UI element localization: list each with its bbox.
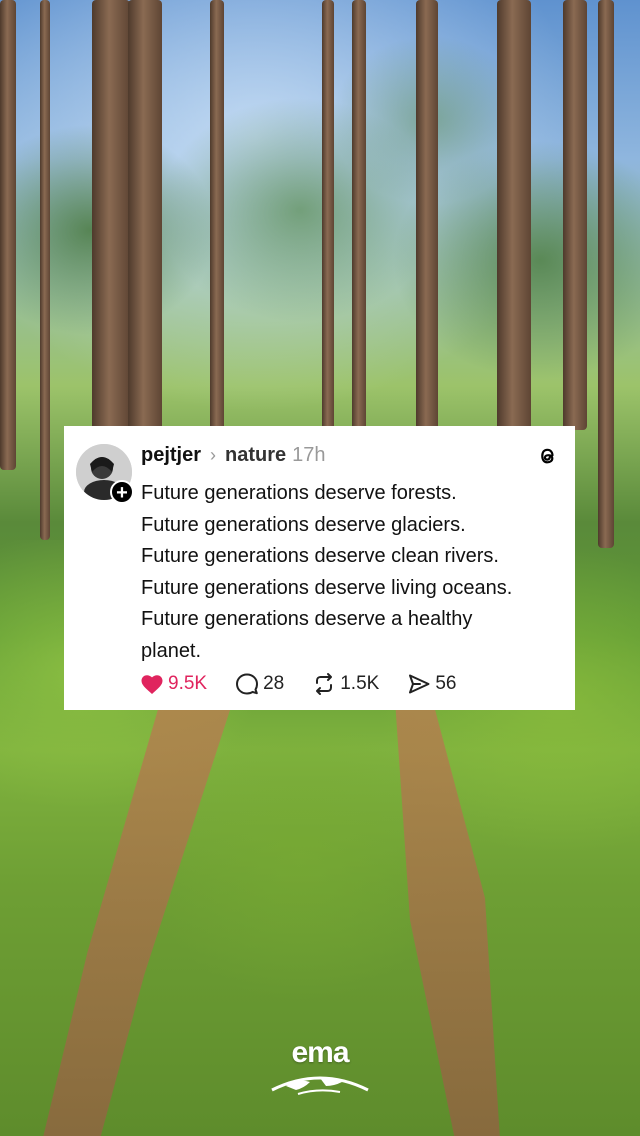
post-line: Future generations deserve a healthy xyxy=(141,608,473,630)
reply-count: 28 xyxy=(263,673,285,694)
share-count: 56 xyxy=(435,673,457,694)
avatar-container[interactable]: + xyxy=(76,444,134,504)
like-count: 9.5K xyxy=(168,673,208,694)
post-line: Future generations deserve glaciers. xyxy=(141,513,466,536)
tree-trunk xyxy=(598,0,614,548)
plus-icon[interactable]: + xyxy=(110,480,134,504)
reply-button[interactable]: 28 xyxy=(235,672,284,696)
post-line: Future generations deserve forests. xyxy=(141,482,457,504)
threads-logo-icon[interactable] xyxy=(535,444,559,468)
post-header: pejtjer › nature 17h xyxy=(141,443,326,467)
post-body: Future generations deserve forests. Futu… xyxy=(141,478,561,667)
send-plane-icon xyxy=(409,674,430,694)
like-button[interactable]: 9.5K xyxy=(140,673,207,695)
share-button[interactable]: 56 xyxy=(407,672,456,696)
post-timestamp: 17h xyxy=(292,443,326,466)
globe-icon xyxy=(271,1076,369,1095)
ema-watermark: ema xyxy=(266,1036,374,1102)
tree-trunk xyxy=(128,0,162,430)
tree-trunk xyxy=(563,0,587,430)
chevron-right-icon: › xyxy=(210,444,217,465)
tree-trunk xyxy=(0,0,16,470)
heart-icon xyxy=(141,675,163,694)
post-line: planet. xyxy=(141,639,202,662)
tree-trunk xyxy=(416,0,438,430)
tree-trunk xyxy=(40,0,50,540)
tree-trunk xyxy=(322,0,334,430)
threads-post-card[interactable]: + pejtjer › nature 17h Future generation… xyxy=(64,426,575,710)
topic-tag[interactable]: nature xyxy=(225,444,286,467)
post-actions: 9.5K 28 1.5K 56 xyxy=(140,672,484,696)
repost-count: 1.5K xyxy=(340,673,380,694)
tree-trunk xyxy=(352,0,366,430)
post-line: Future generations deserve living oceans… xyxy=(141,576,513,599)
comment-bubble-icon xyxy=(236,673,259,695)
username[interactable]: pejtjer xyxy=(141,444,201,467)
tree-trunk xyxy=(92,0,130,430)
forest-background: + pejtjer › nature 17h Future generation… xyxy=(0,0,640,1136)
repost-arrows-icon xyxy=(316,673,333,695)
watermark-text: ema xyxy=(291,1036,349,1069)
tree-trunk xyxy=(497,0,531,430)
repost-button[interactable]: 1.5K xyxy=(312,672,379,696)
tree-trunk xyxy=(210,0,224,430)
post-line: Future generations deserve clean rivers. xyxy=(141,545,499,567)
